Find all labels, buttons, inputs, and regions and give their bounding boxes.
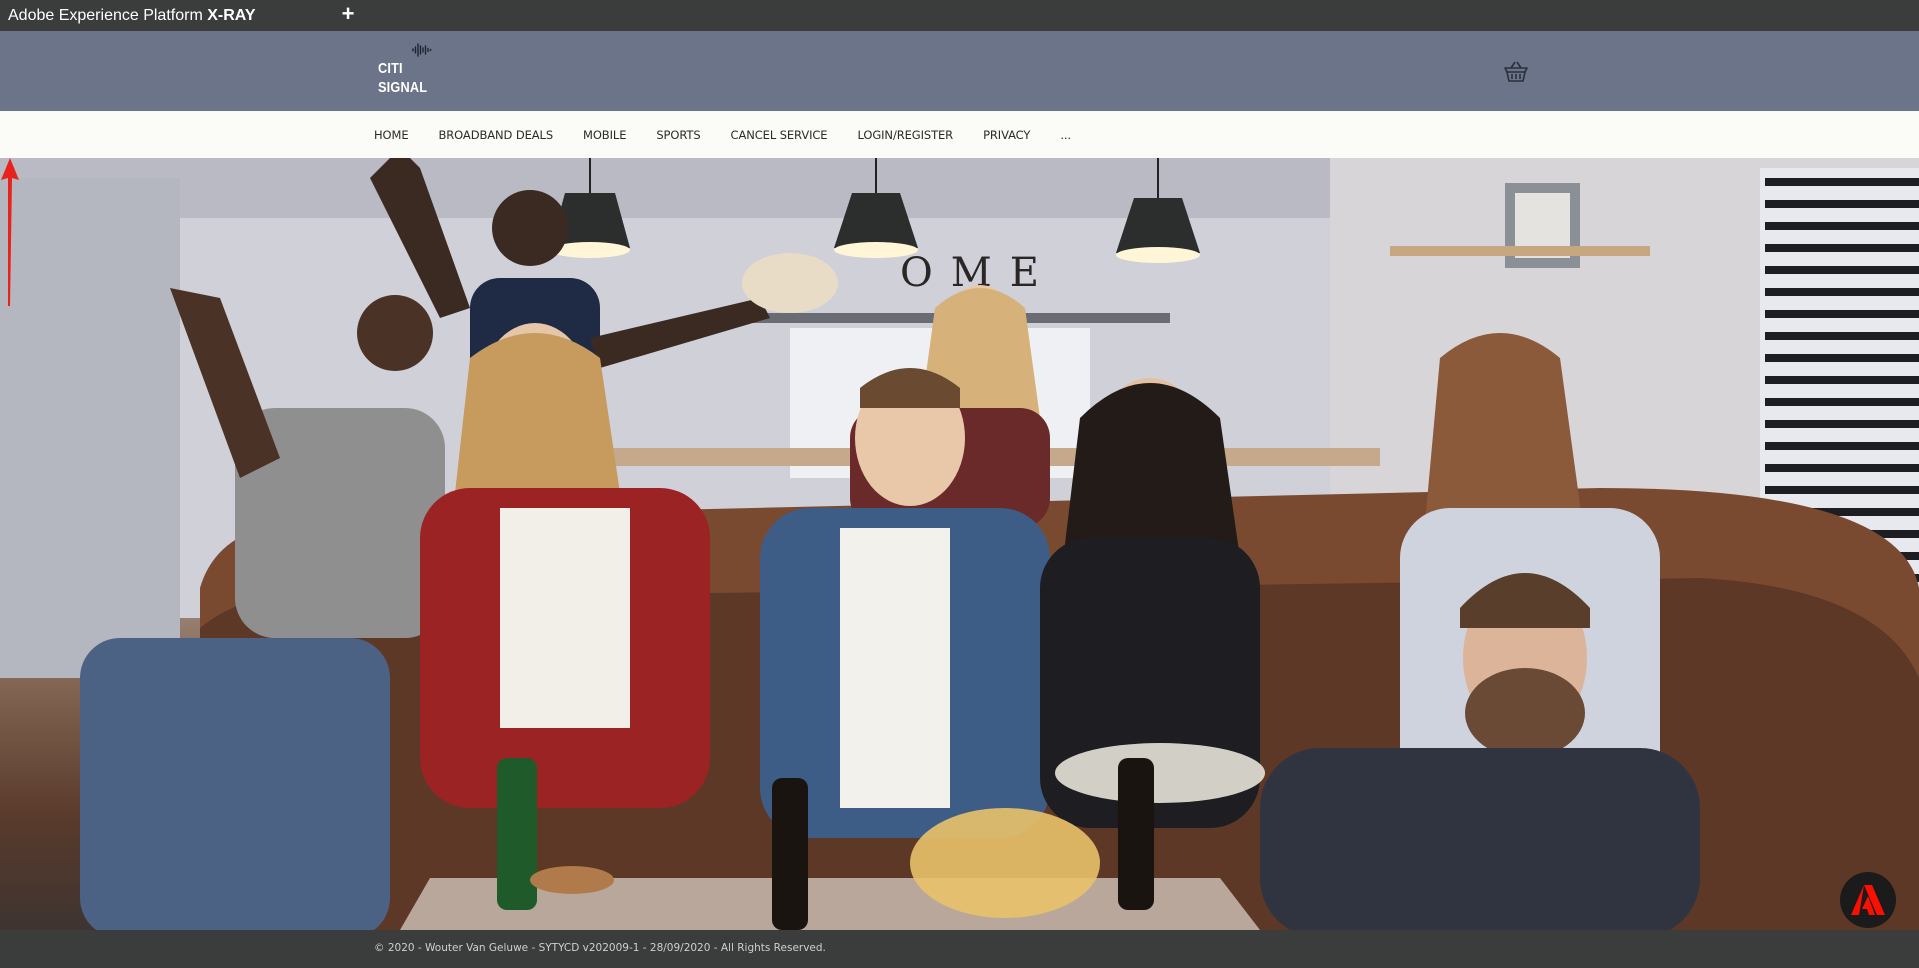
adobe-experience-badge[interactable] — [1840, 872, 1896, 928]
chips-bowl — [910, 808, 1100, 918]
main-nav: HOME BROADBAND DEALS MOBILE SPORTS CANCE… — [0, 111, 1919, 158]
hero-image: OME — [0, 158, 1919, 930]
nav-item-login-register[interactable]: LOGIN/REGISTER — [857, 128, 953, 142]
nav-item-mobile[interactable]: MOBILE — [583, 128, 626, 142]
logo-line-1: CITI — [378, 60, 403, 77]
logo-text: CITI SIGNAL — [378, 59, 427, 97]
popcorn-bowl — [1055, 743, 1265, 803]
annotation-arrow — [1, 158, 19, 306]
hero-illustration: OME — [0, 158, 1919, 930]
app-title-prefix: Adobe Experience Platform — [8, 6, 203, 24]
footer-copyright: © 2020 - Wouter Van Geluwe - SYTYCD v202… — [374, 942, 826, 954]
wall-shelf — [1390, 246, 1650, 256]
basket-icon — [1504, 61, 1528, 82]
app-title: Adobe Experience Platform X-RAY — [8, 7, 256, 25]
app-title-bold: X-RAY — [207, 6, 256, 24]
nav-item-sports[interactable]: SPORTS — [656, 128, 700, 142]
coasters — [530, 866, 614, 894]
citisignal-logo[interactable]: CITI SIGNAL — [378, 43, 448, 103]
logo-line-2: SIGNAL — [378, 79, 428, 96]
cart-button[interactable] — [1503, 59, 1529, 83]
nav-item-home[interactable]: HOME — [374, 128, 409, 142]
nav-item-privacy[interactable]: PRIVACY — [983, 128, 1030, 142]
site-header: CITI SIGNAL — [0, 31, 1919, 111]
signal-wave-icon — [412, 43, 432, 57]
bottle-2 — [1118, 758, 1154, 910]
nav-item-more[interactable]: ... — [1060, 128, 1071, 142]
bottle-1 — [772, 778, 808, 930]
adobe-logo-icon — [1851, 885, 1885, 915]
nav-item-broadband-deals[interactable]: BROADBAND DEALS — [439, 128, 554, 142]
app-title-bar: Adobe Experience Platform X-RAY + — [0, 0, 1919, 31]
nav-item-cancel-service[interactable]: CANCEL SERVICE — [731, 128, 828, 142]
site-footer: © 2020 - Wouter Van Geluwe - SYTYCD v202… — [0, 930, 1919, 968]
bottle-3 — [497, 758, 537, 910]
new-tab-button[interactable]: + — [338, 1, 358, 27]
left-wall — [0, 178, 180, 678]
